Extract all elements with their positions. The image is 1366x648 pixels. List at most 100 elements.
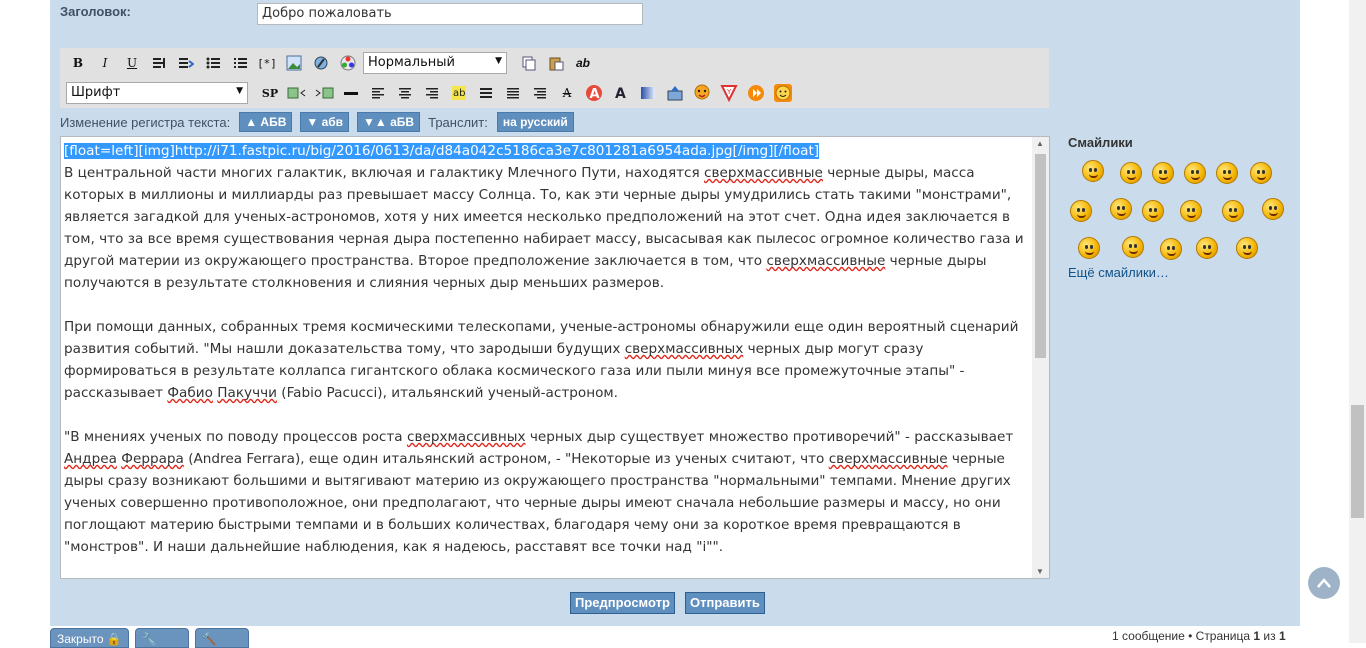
paste-icon[interactable] bbox=[544, 52, 568, 74]
smiley-box-icon[interactable] bbox=[771, 82, 795, 104]
misspelled-word: сверхмассивные bbox=[766, 253, 886, 269]
image-left-icon[interactable] bbox=[285, 82, 309, 104]
align-left-icon[interactable] bbox=[366, 82, 390, 104]
chevron-up-icon bbox=[1317, 578, 1331, 588]
justify-icon[interactable] bbox=[474, 82, 498, 104]
bottom-tabs: Закрыто 🔒 🔧 🔨 bbox=[50, 628, 255, 648]
svg-text:A: A bbox=[615, 86, 626, 101]
scroll-to-top-button[interactable] bbox=[1308, 567, 1340, 599]
text-run: (Fabio Pacucci), итальянский ученый-астр… bbox=[276, 385, 619, 401]
preview-button[interactable]: Предпросмотр bbox=[570, 592, 675, 614]
smiley-icon[interactable] bbox=[1216, 162, 1238, 184]
color-icon[interactable] bbox=[336, 52, 360, 74]
page-scroll-thumb[interactable] bbox=[1351, 405, 1364, 518]
strike-icon[interactable]: A bbox=[555, 82, 579, 104]
toolbar-row-2: Шрифт ▼ SP ab A A A Y bbox=[60, 78, 1049, 108]
smiley-icon[interactable] bbox=[1196, 237, 1218, 259]
pagination-info: 1 сообщение • Страница 1 из 1 bbox=[1112, 629, 1286, 643]
underline-icon[interactable]: U bbox=[120, 52, 144, 74]
smiley-icon[interactable] bbox=[1120, 162, 1142, 184]
upper-case-button[interactable]: ▲ АБВ bbox=[239, 112, 293, 132]
misspelled-word: Андреа bbox=[64, 451, 117, 467]
mod-tools-tab[interactable]: 🔨 bbox=[194, 628, 249, 648]
title-label: Заголовок: bbox=[60, 4, 131, 19]
highlight-icon[interactable]: ab bbox=[447, 82, 471, 104]
tools-tab[interactable]: 🔧 bbox=[134, 628, 189, 648]
font-size-icon[interactable]: A bbox=[582, 82, 606, 104]
text-run: В центральной части многих галактик, вкл… bbox=[64, 165, 705, 181]
smiley-icon[interactable] bbox=[1122, 236, 1144, 258]
scroll-up-icon[interactable]: ▲ bbox=[1036, 139, 1044, 148]
smiley-icon[interactable] bbox=[1222, 200, 1244, 222]
link-icon[interactable] bbox=[309, 52, 333, 74]
hammer-icon: 🔨 bbox=[201, 632, 217, 646]
smiley-icon[interactable] bbox=[1082, 160, 1104, 182]
svg-text:A: A bbox=[590, 87, 600, 102]
smiley-icon[interactable] bbox=[1180, 200, 1202, 222]
editor-scrollbar[interactable]: ▲ ▼ bbox=[1032, 137, 1049, 578]
toolbar-row-1: B I U [*] Нормальный ▼ ab bbox=[60, 48, 1049, 78]
youtube-icon[interactable]: Y bbox=[717, 82, 741, 104]
list-item-icon[interactable]: [*] bbox=[255, 52, 279, 74]
page-scrollbar[interactable] bbox=[1349, 0, 1366, 643]
scroll-down-icon[interactable]: ▼ bbox=[1036, 567, 1044, 576]
paragraph-2: При помощи данных, собранных тремя косми… bbox=[64, 316, 1030, 404]
text-run: (Andrea Ferrara), еще один итальянский а… bbox=[183, 451, 829, 467]
media-icon[interactable] bbox=[744, 82, 768, 104]
spellcheck-icon[interactable]: ab bbox=[571, 52, 595, 74]
smiley-icon[interactable] bbox=[1152, 162, 1174, 184]
editor-scroll-thumb[interactable] bbox=[1035, 154, 1046, 358]
title-input[interactable]: Добро пожаловать bbox=[257, 3, 643, 25]
pagination-separator: из bbox=[1260, 629, 1279, 643]
copy-icon[interactable] bbox=[517, 52, 541, 74]
smiley-icon[interactable] bbox=[1236, 237, 1258, 259]
misspelled-word: Фабио bbox=[167, 385, 213, 401]
upload-icon[interactable] bbox=[663, 82, 687, 104]
align-center-icon[interactable] bbox=[393, 82, 417, 104]
bullet-list-icon[interactable] bbox=[201, 52, 225, 74]
italic-icon[interactable]: I bbox=[93, 52, 117, 74]
code-icon[interactable] bbox=[174, 52, 198, 74]
smiley-icon[interactable] bbox=[1110, 198, 1132, 220]
image-right-icon[interactable] bbox=[312, 82, 336, 104]
background-icon[interactable] bbox=[636, 82, 660, 104]
spoiler-icon[interactable]: SP bbox=[258, 82, 282, 104]
misspelled-word: Феррара bbox=[121, 451, 184, 467]
toggle-case-button[interactable]: ▼▲ аБВ bbox=[357, 112, 421, 132]
wrench-icon: 🔧 bbox=[141, 632, 157, 646]
text-run: "В мнениях ученых по поводу процессов ро… bbox=[64, 429, 407, 445]
total-pages: 1 bbox=[1278, 629, 1286, 643]
font-color-icon[interactable]: A bbox=[609, 82, 633, 104]
smilies-heading: Смайлики bbox=[1068, 135, 1133, 150]
numbered-list-icon[interactable] bbox=[228, 52, 252, 74]
image-icon[interactable] bbox=[282, 52, 306, 74]
font-select[interactable]: Шрифт ▼ bbox=[66, 82, 248, 104]
smiley-icon[interactable] bbox=[1160, 238, 1182, 260]
smiley-icon[interactable] bbox=[1070, 200, 1092, 222]
indent-icon[interactable] bbox=[501, 82, 525, 104]
outdent-icon[interactable] bbox=[528, 82, 552, 104]
paragraph-select[interactable]: Нормальный ▼ bbox=[363, 52, 507, 74]
smiley-icon[interactable] bbox=[1078, 237, 1100, 259]
selected-bbcode: [float=left][img]http://i71.fastpic.ru/b… bbox=[64, 143, 820, 159]
chat-icon[interactable] bbox=[690, 82, 714, 104]
lower-case-button[interactable]: ▼ абв bbox=[300, 112, 350, 132]
translit-button[interactable]: на русский bbox=[496, 112, 574, 132]
message-textarea[interactable]: [float=left][img]http://i71.fastpic.ru/b… bbox=[60, 136, 1050, 579]
smiley-icon[interactable] bbox=[1250, 162, 1272, 184]
translit-label: Транслит: bbox=[428, 114, 488, 130]
svg-text:ab: ab bbox=[453, 88, 465, 99]
chevron-down-icon: ▼ bbox=[495, 56, 502, 66]
submit-button[interactable]: Отправить bbox=[685, 592, 765, 614]
smiley-icon[interactable] bbox=[1184, 162, 1206, 184]
align-right-icon[interactable] bbox=[420, 82, 444, 104]
smiley-icon[interactable] bbox=[1142, 200, 1164, 222]
smiley-icon[interactable] bbox=[1262, 198, 1284, 220]
bold-icon[interactable]: B bbox=[66, 52, 90, 74]
locked-tab[interactable]: Закрыто 🔒 bbox=[50, 628, 129, 648]
misspelled-word: сверхмассивных bbox=[406, 429, 526, 445]
horizontal-rule-icon[interactable] bbox=[339, 82, 363, 104]
more-smilies-link[interactable]: Ещё смайлики… bbox=[1068, 265, 1169, 280]
misspelled-word: сверхмассивные bbox=[828, 451, 948, 467]
quote-icon[interactable] bbox=[147, 52, 171, 74]
